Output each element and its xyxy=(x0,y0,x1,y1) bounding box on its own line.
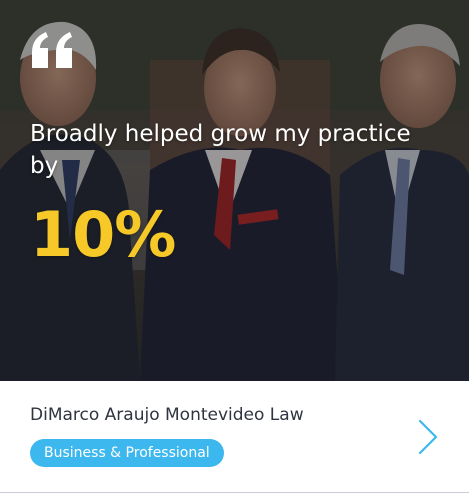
quote-icon xyxy=(32,32,72,68)
hero-photo: Broadly helped grow my practice by 10% xyxy=(0,0,469,381)
category-tag[interactable]: Business & Professional xyxy=(30,439,224,467)
company-name: DiMarco Araujo Montevideo Law xyxy=(30,405,304,425)
testimonial-quote: Broadly helped grow my practice by xyxy=(30,121,411,179)
growth-stat: 10% xyxy=(30,198,176,271)
testimonial-card[interactable]: Broadly helped grow my practice by 10% D… xyxy=(0,0,469,493)
card-footer: DiMarco Araujo Montevideo Law Business &… xyxy=(0,381,469,493)
chevron-right-icon[interactable] xyxy=(410,417,444,457)
